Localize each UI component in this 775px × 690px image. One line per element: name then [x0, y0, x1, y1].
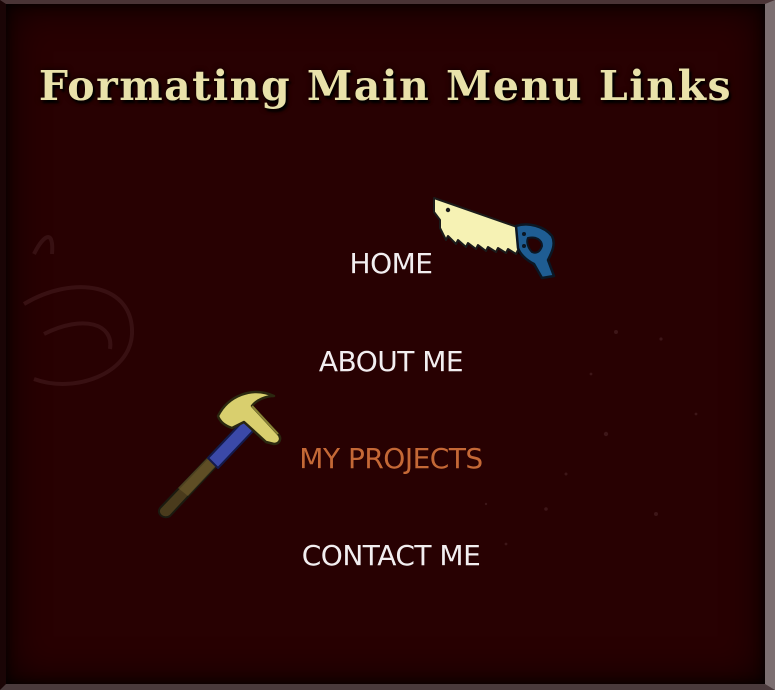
main-menu: HOME ABOUT ME MY PROJECTS CONTACT ME: [6, 4, 765, 684]
hand-saw-icon: [433, 197, 556, 280]
hammer-icon: [158, 390, 282, 519]
menu-item-home[interactable]: HOME: [6, 247, 765, 280]
menu-item-about-me[interactable]: ABOUT ME: [6, 345, 765, 378]
menu-item-my-projects[interactable]: MY PROJECTS: [6, 442, 765, 475]
menu-item-contact-me[interactable]: CONTACT ME: [6, 539, 765, 572]
page-frame: Formating Main Menu Links HOME ABOUT ME …: [0, 0, 775, 690]
